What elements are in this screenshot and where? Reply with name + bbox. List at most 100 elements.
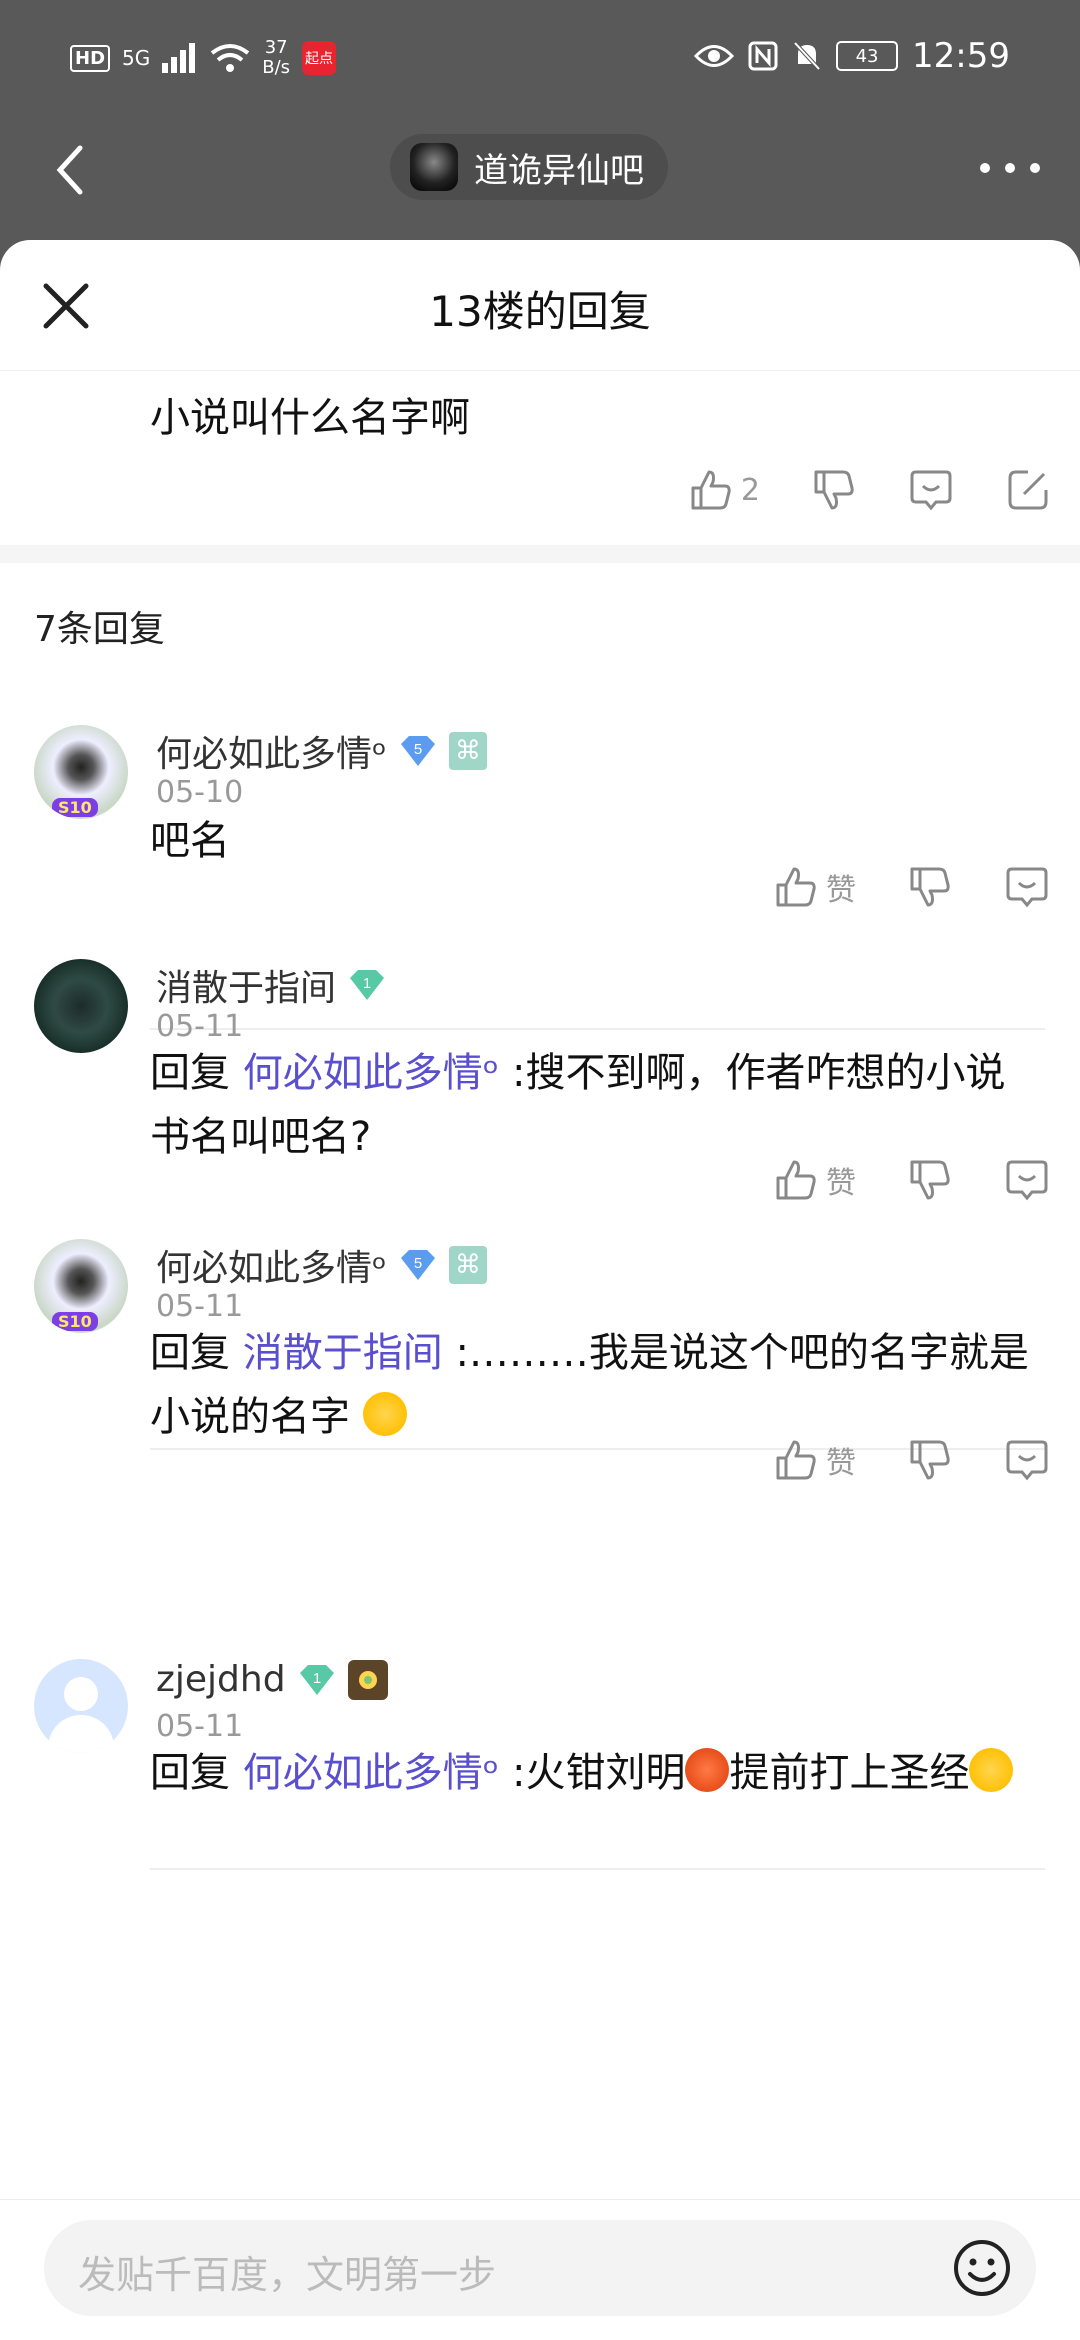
reply-count: 7条回复 bbox=[34, 609, 165, 650]
like-button[interactable]: 赞 bbox=[774, 1158, 856, 1202]
reply-text: 回复 何必如此多情ᵒ :火钳刘明 提前打上圣经 bbox=[150, 1741, 1030, 1805]
mention-link[interactable]: 消散于指间 bbox=[243, 1330, 443, 1376]
comment-icon bbox=[1006, 867, 1048, 908]
level-number: 1 bbox=[312, 1670, 320, 1687]
wifi-icon bbox=[211, 44, 250, 72]
reply-actions: 赞 bbox=[722, 865, 1050, 909]
dislike-button[interactable] bbox=[908, 1158, 952, 1202]
level-number: 5 bbox=[414, 1255, 422, 1272]
avatar-tag: S10 bbox=[52, 798, 98, 817]
mention-link[interactable]: 何必如此多情ᵒ bbox=[243, 1050, 500, 1096]
reply-prefix: 回复 bbox=[150, 1330, 230, 1376]
edit-button[interactable] bbox=[1006, 468, 1050, 512]
comment-button[interactable] bbox=[1004, 865, 1050, 909]
forum-chip[interactable]: 道诡异仙吧 bbox=[390, 134, 668, 200]
thumbs-up-icon bbox=[691, 470, 731, 510]
honor-badge-icon: ⌘ bbox=[448, 1246, 487, 1284]
avatar[interactable] bbox=[34, 959, 128, 1053]
dislike-button[interactable] bbox=[812, 468, 856, 512]
reply-item: S10 何必如此多情ᵒ 5 ⌘ 05-10 吧名 赞 bbox=[0, 725, 1080, 925]
status-bar: HD 5G 37 B/s 起点 43 12:59 bbox=[0, 0, 1080, 120]
like-label: 赞 bbox=[826, 1166, 856, 1201]
dislike-button[interactable] bbox=[908, 865, 952, 909]
bottom-input-bar: 发贴千百度，文明第一步 bbox=[0, 2199, 1080, 2340]
grin-emoji-icon bbox=[969, 1748, 1014, 1792]
net-speed: 37 B/s bbox=[262, 38, 290, 78]
avatar[interactable] bbox=[34, 1659, 128, 1753]
username[interactable]: zjejdhd bbox=[156, 1659, 286, 1700]
back-arrow-icon[interactable] bbox=[50, 140, 90, 200]
reply-date: 05-10 bbox=[156, 775, 244, 810]
username-row: 何必如此多情ᵒ 5 ⌘ bbox=[156, 725, 487, 777]
reply-body-part2: 提前打上圣经 bbox=[729, 1750, 970, 1796]
clock: 12:59 bbox=[912, 36, 1010, 76]
angry-emoji-icon bbox=[685, 1748, 730, 1792]
comment-button[interactable] bbox=[1004, 1158, 1050, 1202]
mute-bell-icon bbox=[793, 41, 821, 71]
avatar[interactable]: S10 bbox=[34, 1239, 128, 1333]
avatar-tag: S10 bbox=[52, 1312, 98, 1331]
like-label: 赞 bbox=[826, 1446, 856, 1481]
thumbs-down-icon bbox=[910, 867, 950, 907]
input-placeholder: 发贴千百度，文明第一步 bbox=[78, 2253, 497, 2297]
comment-button[interactable] bbox=[908, 468, 954, 512]
username-row: 何必如此多情ᵒ 5 ⌘ bbox=[156, 1239, 487, 1291]
thumbs-down-icon bbox=[910, 1160, 950, 1200]
hd-icon: HD bbox=[70, 44, 111, 72]
network-label: 5G bbox=[122, 46, 151, 70]
dislike-button[interactable] bbox=[908, 1438, 952, 1482]
level-number: 5 bbox=[414, 741, 422, 758]
level-badge-icon: 1 bbox=[348, 968, 386, 1002]
top-nav: 道诡异仙吧 bbox=[0, 120, 1080, 240]
signal-icon bbox=[162, 43, 196, 73]
main-post-actions: 2 bbox=[637, 468, 1050, 512]
reply-date: 05-11 bbox=[156, 1289, 244, 1324]
username[interactable]: 何必如此多情ᵒ bbox=[156, 1239, 387, 1291]
comment-button[interactable] bbox=[1004, 1438, 1050, 1482]
thumbs-down-icon bbox=[814, 470, 854, 510]
comment-input[interactable]: 发贴千百度，文明第一步 bbox=[44, 2220, 1036, 2316]
sheet-title: 13楼的回复 bbox=[429, 287, 651, 336]
net-speed-unit: B/s bbox=[262, 57, 291, 78]
net-speed-value: 37 bbox=[264, 37, 288, 58]
honor-badge-icon: ⌘ bbox=[448, 732, 487, 770]
avatar[interactable]: S10 bbox=[34, 725, 128, 819]
status-left: HD 5G 37 B/s 起点 bbox=[70, 38, 337, 78]
level-badge-icon: 5 bbox=[399, 734, 437, 768]
reply-text: 回复 消散于指间 :………我是说这个吧的名字就是小说的名字 bbox=[150, 1321, 1030, 1449]
reply-separator bbox=[150, 1868, 1045, 1870]
level-badge-icon: 1 bbox=[298, 1663, 336, 1697]
reply-actions: 赞 bbox=[722, 1438, 1050, 1482]
thumbs-up-icon bbox=[776, 1440, 816, 1480]
status-right: 43 12:59 bbox=[694, 36, 1010, 76]
section-divider bbox=[0, 545, 1080, 563]
reply-separator bbox=[150, 1028, 1045, 1030]
reply-body: 吧名 bbox=[150, 818, 230, 864]
comment-icon bbox=[910, 470, 952, 511]
reply-actions: 赞 bbox=[722, 1158, 1050, 1202]
username[interactable]: 何必如此多情ᵒ bbox=[156, 725, 387, 777]
like-button[interactable]: 2 bbox=[689, 468, 760, 512]
reply-prefix: 回复 bbox=[150, 1750, 230, 1796]
edit-icon bbox=[1008, 470, 1048, 510]
reply-sheet: 13楼的回复 小说叫什么名字啊 2 7条回复 S10 何必如此多情ᵒ 5 ⌘ 0… bbox=[0, 240, 1080, 2340]
main-post-content: 小说叫什么名字啊 bbox=[150, 395, 470, 441]
comment-icon bbox=[1006, 1160, 1048, 1201]
battery-icon: 43 bbox=[836, 41, 899, 71]
more-menu-icon[interactable] bbox=[980, 148, 1040, 188]
reply-text: 吧名 bbox=[150, 809, 1030, 873]
reply-date: 05-11 bbox=[156, 1009, 244, 1044]
reply-date: 05-11 bbox=[156, 1709, 244, 1744]
thumbs-up-icon bbox=[776, 1160, 816, 1200]
mention-link[interactable]: 何必如此多情ᵒ bbox=[243, 1750, 500, 1796]
username[interactable]: 消散于指间 bbox=[156, 959, 336, 1011]
forum-name: 道诡异仙吧 bbox=[474, 150, 644, 191]
sheet-header: 13楼的回复 bbox=[0, 240, 1080, 371]
like-button[interactable]: 赞 bbox=[774, 1438, 856, 1482]
like-label: 赞 bbox=[826, 873, 856, 908]
level-badge-icon: 5 bbox=[399, 1248, 437, 1282]
like-button[interactable]: 赞 bbox=[774, 865, 856, 909]
laugh-emoji-icon bbox=[362, 1392, 407, 1436]
emoji-picker-icon[interactable] bbox=[952, 2238, 1012, 2298]
thumbs-down-icon bbox=[910, 1440, 950, 1480]
